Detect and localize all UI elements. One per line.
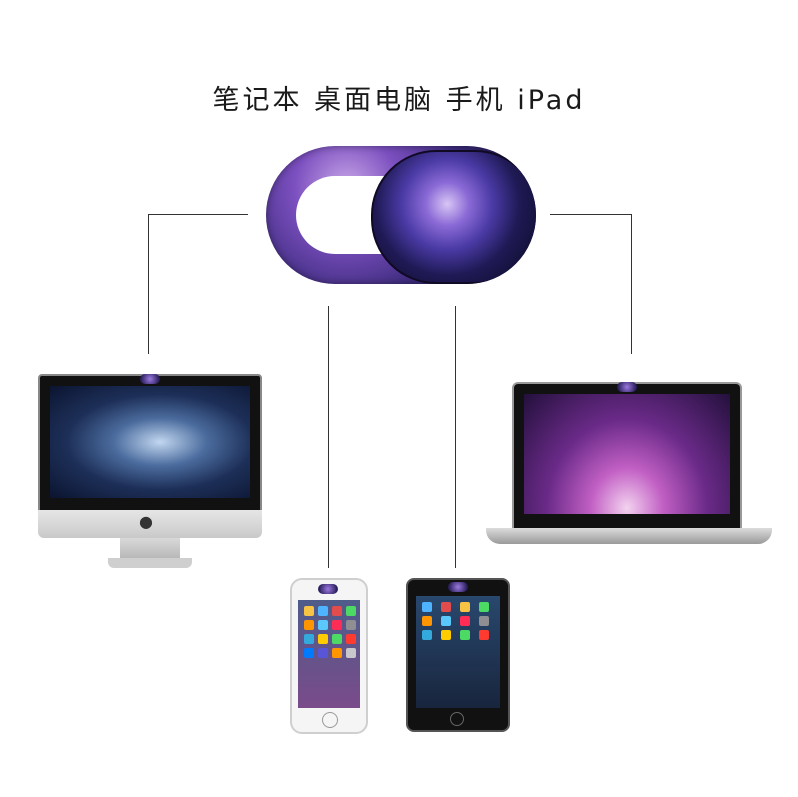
imac-stand-foot (108, 558, 192, 568)
connector-left-horizontal (148, 214, 248, 215)
macbook-screen (524, 394, 730, 514)
connector-iphone-vertical (328, 306, 329, 568)
iphone (290, 578, 368, 734)
apple-logo-icon: ● (139, 512, 153, 531)
webcam-cover-slider (371, 150, 536, 284)
imac-stand-neck (120, 538, 180, 560)
app-grid-icon (298, 600, 360, 664)
ipad-screen (416, 596, 500, 708)
ipad-mini (406, 578, 510, 732)
webcam-cover-mini (140, 374, 160, 384)
iphone-screen (298, 600, 360, 708)
webcam-cover (266, 146, 536, 284)
connector-ipad-vertical (455, 306, 456, 568)
ipad-home-button (450, 712, 464, 726)
caption-title: 笔记本 桌面电脑 手机 iPad (212, 85, 586, 116)
webcam-cover-mini (448, 582, 468, 592)
connector-right-horizontal (550, 214, 632, 215)
connector-right-vertical (631, 214, 632, 354)
macbook-lid (512, 382, 742, 532)
webcam-cover-mini (617, 382, 637, 392)
connector-left-vertical (148, 214, 149, 354)
app-grid-icon (416, 596, 500, 646)
imac-screen (50, 386, 250, 498)
macbook-base (486, 528, 772, 544)
imac-display (38, 374, 262, 514)
webcam-cover-mini (318, 584, 338, 594)
iphone-home-button (322, 712, 338, 728)
